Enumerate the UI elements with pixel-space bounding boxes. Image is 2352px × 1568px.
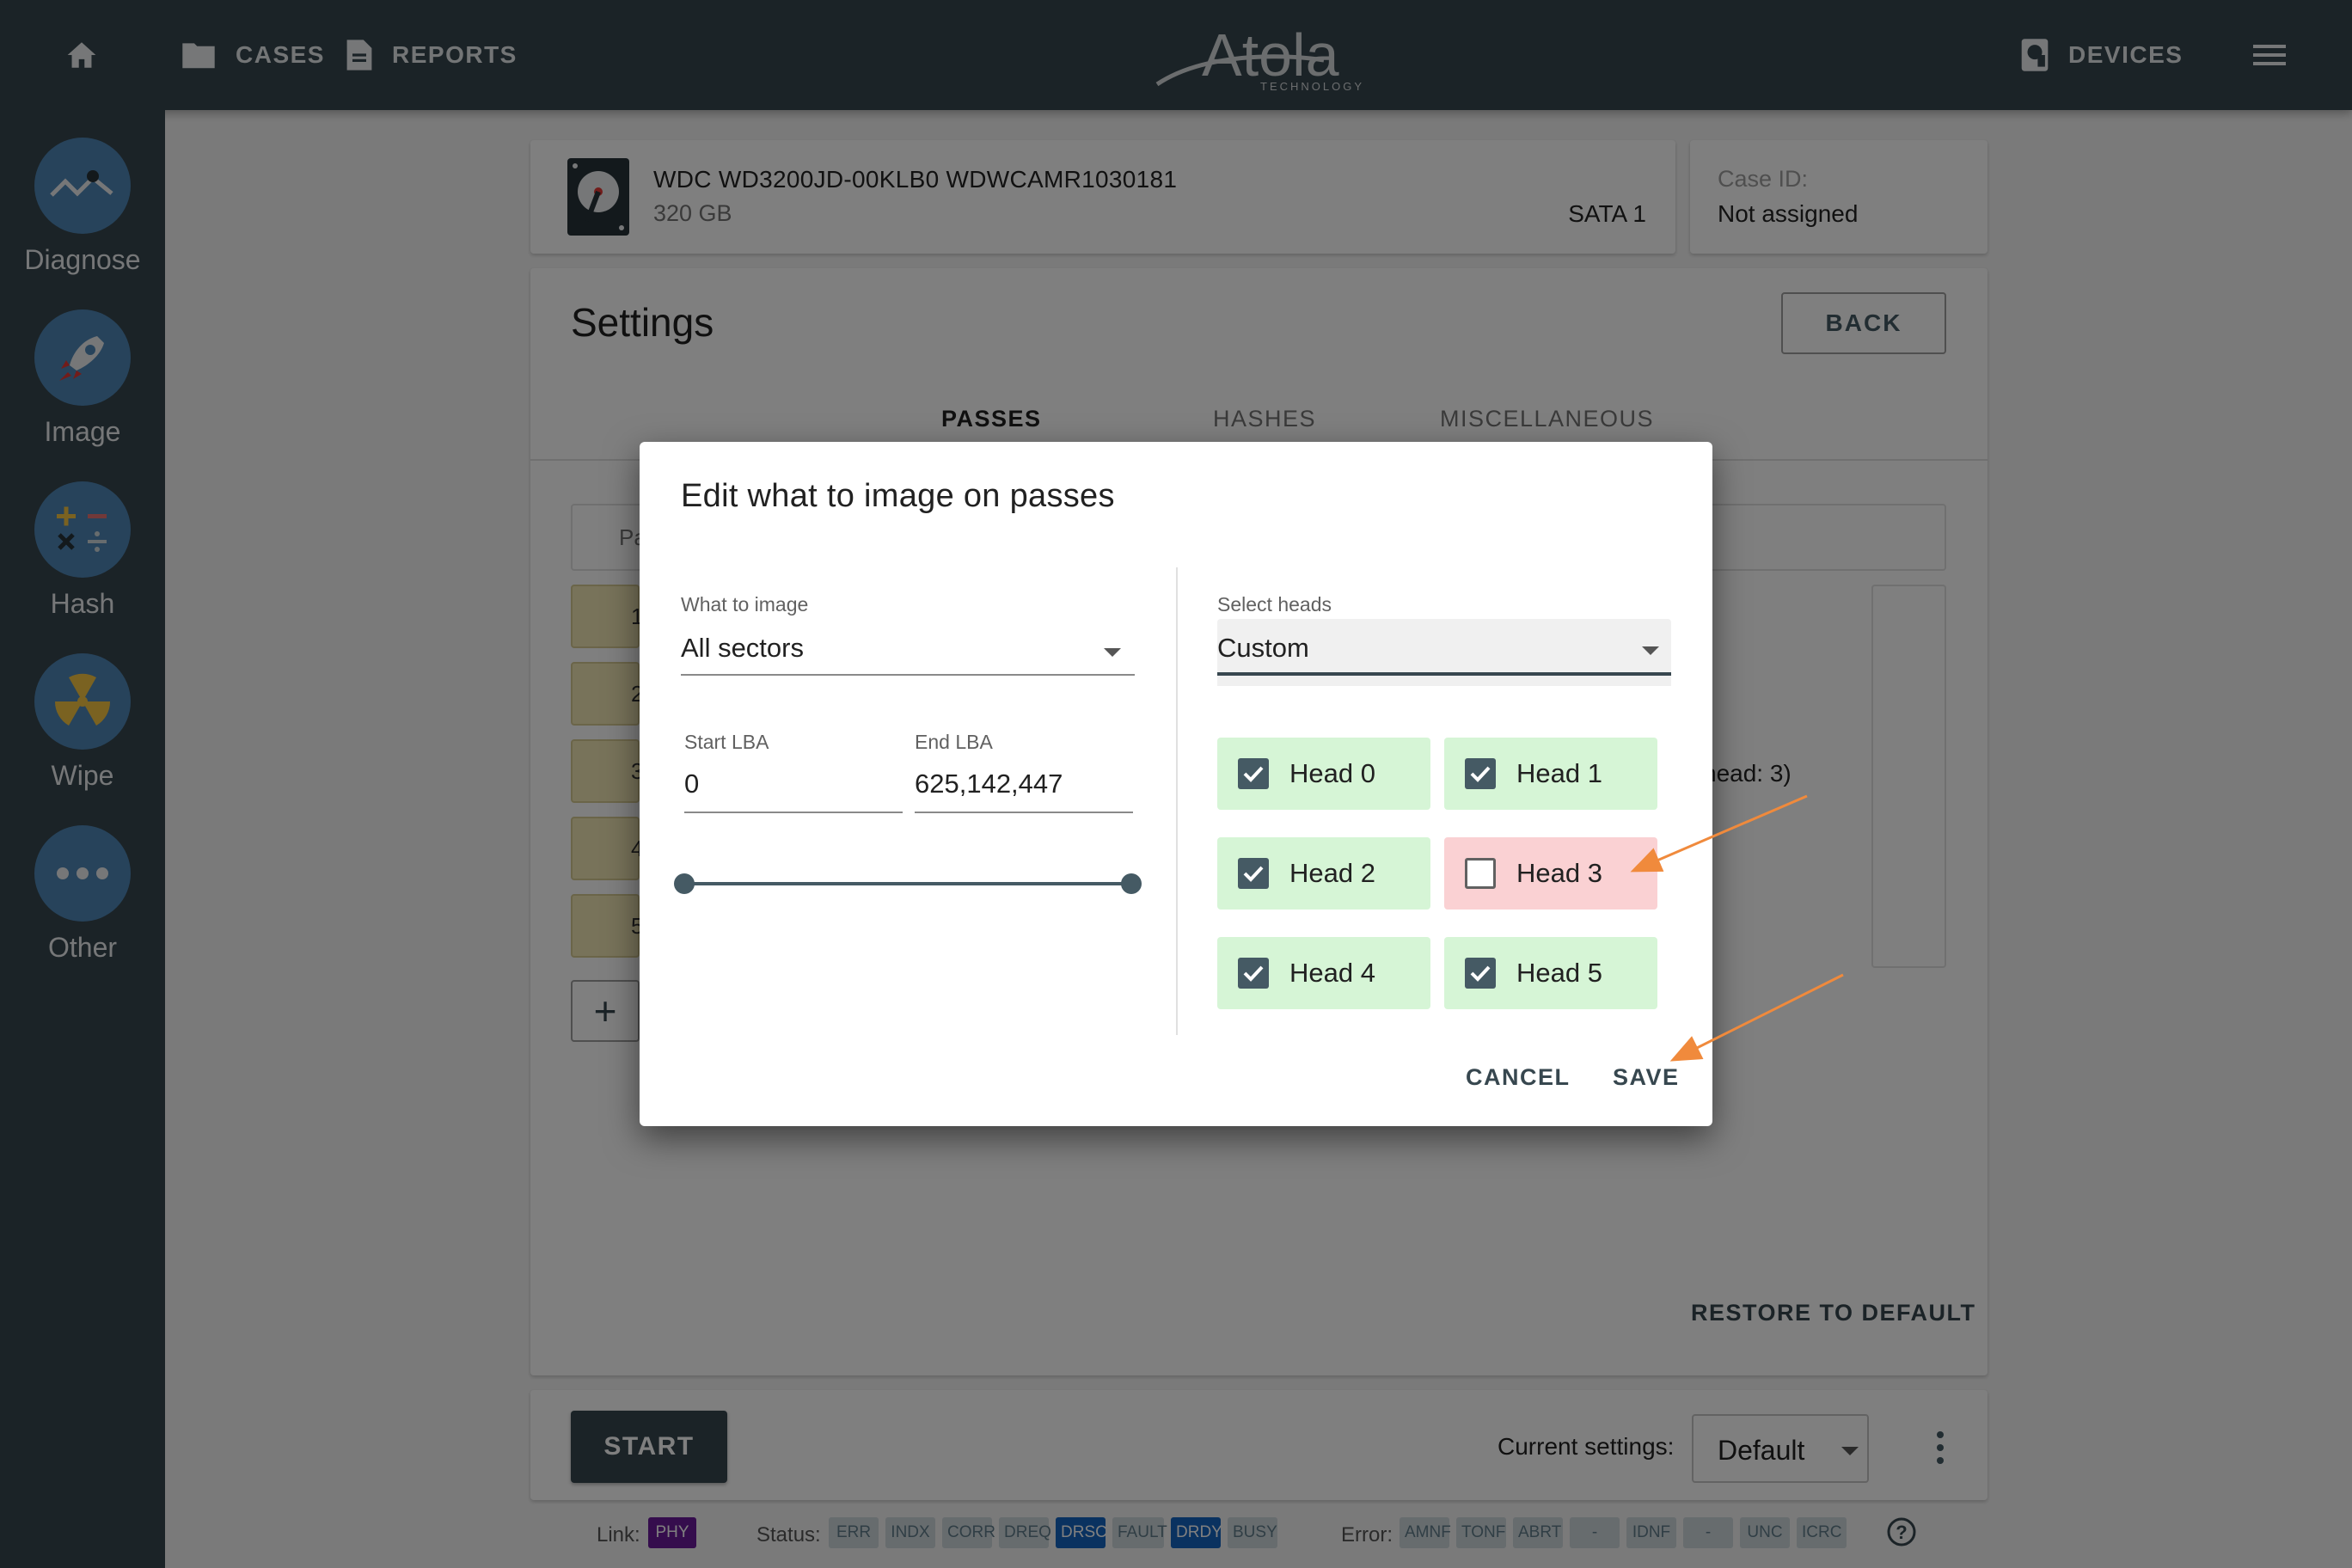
edit-image-dialog: Edit what to image on passes What to ima… — [640, 442, 1712, 1126]
chevron-down-icon — [1104, 648, 1121, 657]
end-lba-underline — [915, 812, 1133, 813]
head-3-checkbox[interactable]: Head 3 — [1444, 837, 1657, 910]
what-to-image-label: What to image — [681, 593, 809, 616]
end-lba-label: End LBA — [915, 731, 993, 753]
head-5-checkbox[interactable]: Head 5 — [1444, 937, 1657, 1009]
slider-end-handle[interactable] — [1121, 873, 1142, 894]
what-to-image-underline — [681, 674, 1135, 676]
select-heads-underline — [1217, 672, 1671, 676]
dialog-column-divider — [1176, 567, 1178, 1035]
start-lba-field[interactable]: 0 — [684, 755, 903, 813]
head-2-checkbox[interactable]: Head 2 — [1217, 837, 1430, 910]
head-1-checkbox[interactable]: Head 1 — [1444, 738, 1657, 810]
save-button[interactable]: SAVE — [1613, 1064, 1680, 1091]
start-lba-label: Start LBA — [684, 731, 769, 753]
head-label: Head 2 — [1289, 858, 1375, 888]
checkbox-checked-icon — [1238, 758, 1269, 789]
select-heads-select[interactable]: Custom — [1217, 619, 1671, 686]
select-heads-label: Select heads — [1217, 593, 1332, 616]
select-heads-value: Custom — [1217, 633, 1309, 663]
head-label: Head 5 — [1516, 958, 1602, 988]
what-to-image-select[interactable]: All sectors — [681, 617, 1135, 679]
checkbox-checked-icon — [1238, 958, 1269, 989]
what-to-image-value: All sectors — [681, 633, 804, 663]
checkbox-checked-icon — [1238, 858, 1269, 889]
slider-start-handle[interactable] — [674, 873, 695, 894]
end-lba-value: 625,142,447 — [915, 769, 1063, 799]
head-label: Head 4 — [1289, 958, 1375, 988]
head-label: Head 3 — [1516, 858, 1602, 888]
chevron-down-icon — [1642, 646, 1659, 655]
cancel-button[interactable]: CANCEL — [1466, 1064, 1571, 1091]
lba-range-slider[interactable] — [684, 882, 1131, 885]
head-label: Head 0 — [1289, 758, 1375, 788]
checkbox-checked-icon — [1465, 758, 1496, 789]
head-4-checkbox[interactable]: Head 4 — [1217, 937, 1430, 1009]
dialog-title: Edit what to image on passes — [681, 478, 1115, 514]
checkbox-checked-icon — [1465, 958, 1496, 989]
start-lba-value: 0 — [684, 769, 700, 799]
checkbox-unchecked-icon — [1465, 858, 1496, 889]
start-lba-underline — [684, 812, 903, 813]
head-0-checkbox[interactable]: Head 0 — [1217, 738, 1430, 810]
end-lba-field[interactable]: 625,142,447 — [915, 755, 1133, 813]
head-label: Head 1 — [1516, 758, 1602, 788]
